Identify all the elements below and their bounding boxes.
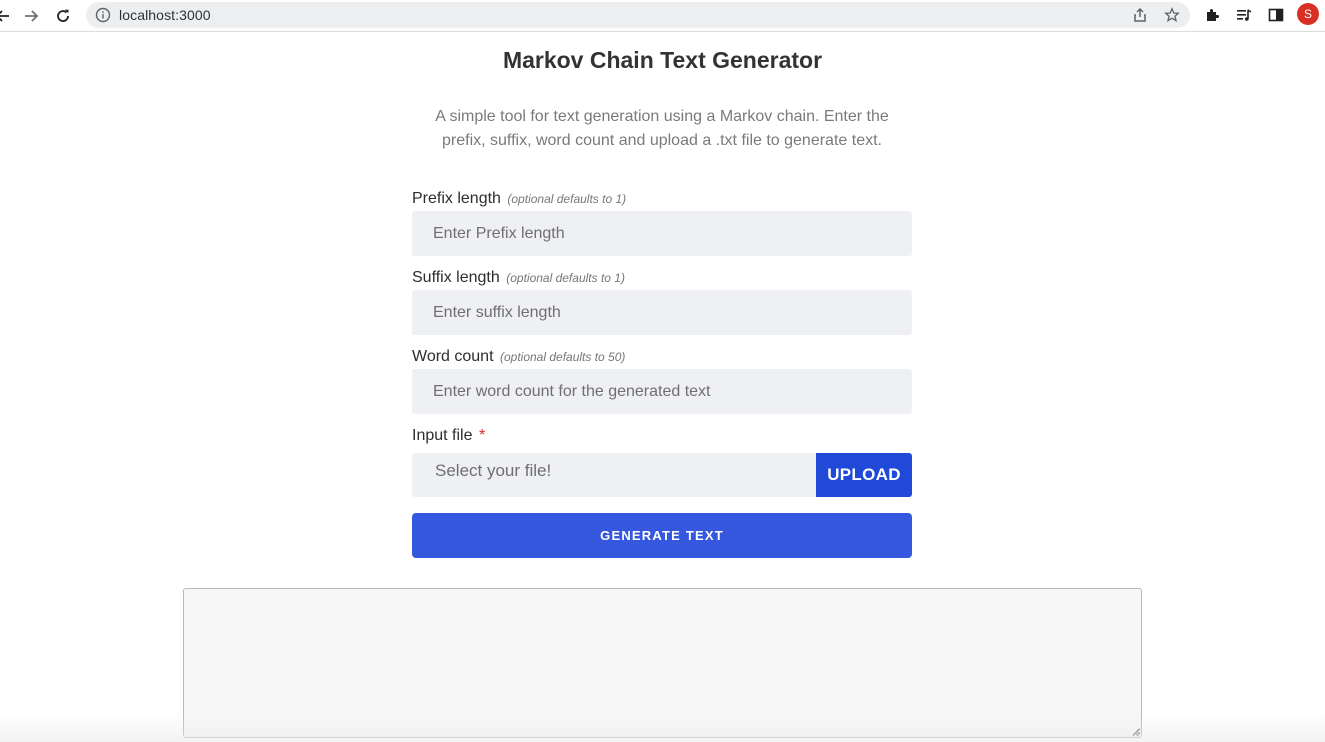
forward-arrow-icon[interactable] [20, 5, 42, 27]
prefix-length-hint: (optional defaults to 1) [507, 192, 627, 206]
word-count-label-text: Word count [412, 348, 494, 365]
word-count-label: Word count (optional defaults to 50) [412, 348, 625, 366]
info-icon[interactable] [95, 7, 111, 23]
extensions-icon[interactable] [1203, 6, 1221, 24]
suffix-length-label: Suffix length (optional defaults to 1) [412, 269, 625, 287]
suffix-length-input[interactable] [412, 290, 912, 335]
profile-avatar[interactable]: S [1297, 3, 1319, 25]
suffix-length-hint: (optional defaults to 1) [506, 271, 625, 285]
side-panel-icon[interactable] [1267, 6, 1285, 24]
page-description: A simple tool for text generation using … [435, 108, 889, 149]
word-count-input[interactable] [412, 369, 912, 414]
word-count-hint: (optional defaults to 50) [499, 350, 626, 364]
input-file-label-text: Input file [412, 427, 473, 444]
resize-grip-icon[interactable] [1130, 726, 1140, 736]
reload-icon[interactable] [52, 5, 74, 27]
generate-text-button[interactable]: GENERATE TEXT [412, 513, 912, 558]
page-title: Markov Chain Text Generator [502, 47, 823, 73]
back-arrow-icon[interactable] [0, 5, 14, 27]
required-marker: * [478, 427, 486, 444]
address-bar[interactable]: localhost:3000 [86, 2, 1190, 28]
prefix-length-label: Prefix length (optional defaults to 1) [412, 190, 626, 208]
upload-button[interactable]: UPLOAD [816, 453, 912, 497]
suffix-length-label-text: Suffix length [412, 269, 500, 286]
share-icon[interactable] [1132, 7, 1148, 23]
url-text[interactable]: localhost:3000 [119, 7, 211, 23]
reading-list-icon[interactable] [1235, 6, 1253, 24]
file-select-field[interactable]: Select your file! [412, 453, 816, 497]
star-icon[interactable] [1164, 7, 1180, 23]
browser-toolbar: localhost:3000 S [0, 0, 1325, 32]
generated-text-output[interactable] [183, 588, 1142, 738]
input-file-label: Input file * [412, 427, 485, 445]
file-select-placeholder: Select your file! [435, 461, 552, 480]
prefix-length-input[interactable] [412, 211, 912, 256]
prefix-length-label-text: Prefix length [412, 190, 501, 207]
